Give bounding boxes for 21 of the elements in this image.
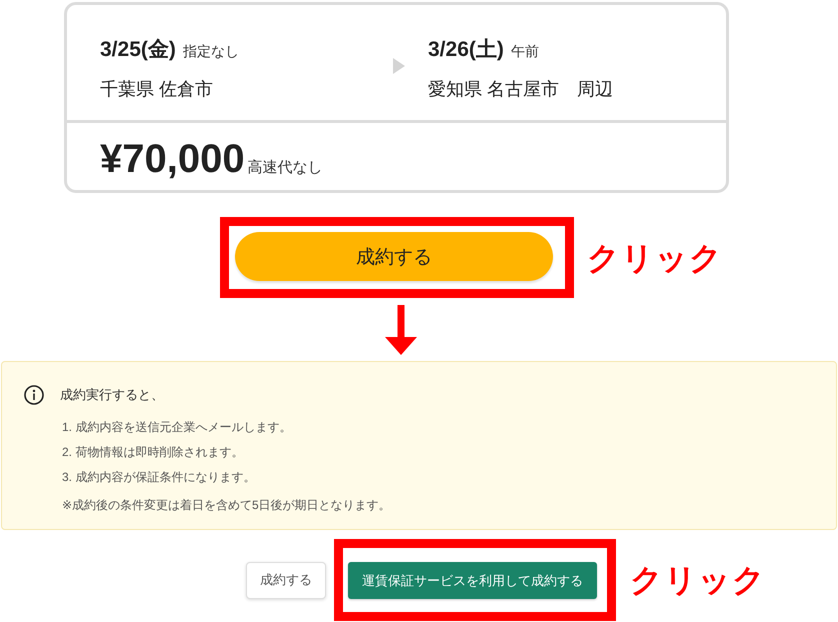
- notice-item: 1. 成約内容を送信元企業へメールします。: [62, 419, 292, 436]
- callout-label: クリック: [630, 561, 766, 600]
- guarantee-contract-button[interactable]: 運賃保証サービスを利用して成約する: [348, 562, 597, 599]
- contract-button[interactable]: 成約する: [235, 232, 553, 281]
- notice-note: ※成約後の条件変更は着日を含めて5日後が期日となります。: [62, 497, 391, 514]
- notice-title: 成約実行すると、: [60, 386, 164, 404]
- notice-item: 3. 成約内容が保証条件になります。: [62, 469, 256, 486]
- info-icon: [24, 385, 44, 405]
- place-text: 千葉県 佐倉市: [100, 78, 214, 101]
- price-text: ¥70,000: [100, 137, 245, 181]
- right-triangle-icon: [393, 58, 405, 74]
- down-arrow-icon: [385, 305, 417, 355]
- time-text: 指定なし: [182, 43, 239, 61]
- date-text: 3/25(金): [100, 37, 176, 63]
- contract-button[interactable]: 成約する: [246, 562, 326, 598]
- place-text: 愛知県 名古屋市 周辺: [428, 78, 614, 101]
- price-note: 高速代なし: [248, 158, 323, 177]
- time-text: 午前: [510, 43, 539, 61]
- date-text: 3/26(土): [428, 37, 504, 63]
- callout-label: クリック: [587, 238, 723, 278]
- notice-item: 2. 荷物情報は即時削除されます。: [62, 444, 244, 461]
